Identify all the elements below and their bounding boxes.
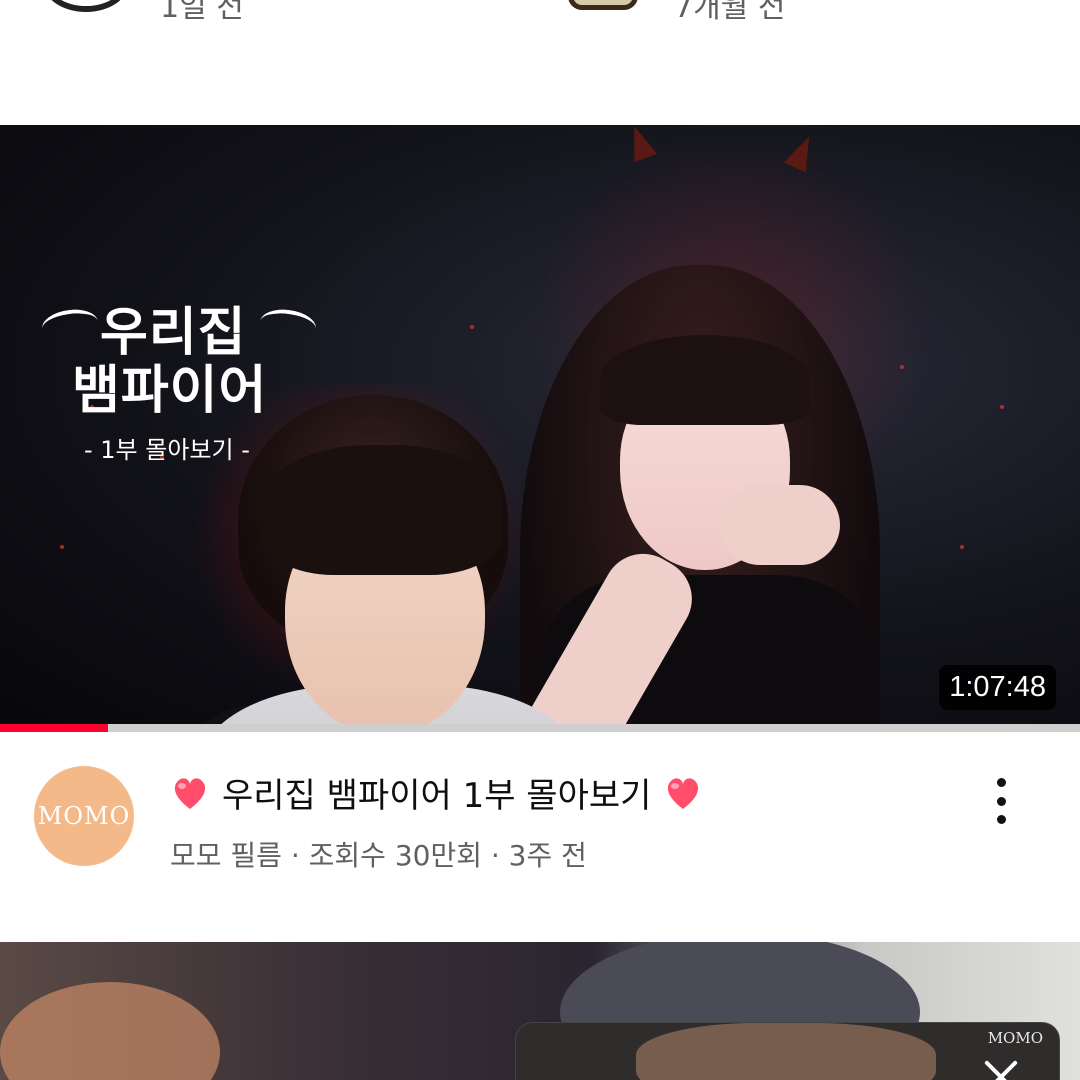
thumbnail-logo-line2: 뱀파이어 bbox=[72, 361, 268, 421]
video-meta: 7개월 전 bbox=[674, 0, 786, 25]
heart-icon bbox=[174, 777, 206, 809]
sparkle bbox=[960, 545, 964, 549]
watch-progress-fill bbox=[0, 724, 108, 732]
bat-wing-icon bbox=[40, 306, 100, 344]
video-meta: 모모 필름 · 조회수 30만회 · 3주 전 bbox=[170, 839, 587, 872]
sparkle bbox=[470, 325, 474, 329]
video-meta: 1일 전 bbox=[160, 0, 244, 25]
girl-figure-hand bbox=[720, 485, 840, 565]
video-title-row[interactable]: 우리집 뱀파이어 1부 몰아보기 bbox=[170, 768, 703, 817]
sparkle bbox=[60, 545, 64, 549]
channel-avatar-text: MOMO bbox=[37, 802, 131, 830]
mini-player-watermark: MOMO bbox=[987, 1029, 1043, 1047]
watch-progress-bar bbox=[0, 724, 1080, 732]
mini-player-frame bbox=[636, 1023, 936, 1080]
heart-icon bbox=[668, 777, 699, 809]
channel-avatar[interactable] bbox=[568, 0, 638, 10]
sparkle bbox=[1000, 405, 1004, 409]
girl-figure-bangs bbox=[600, 335, 810, 425]
channel-avatar[interactable]: MOMO bbox=[34, 766, 134, 866]
previous-video-info: 1일 전 7개월 전 bbox=[0, 0, 1080, 30]
channel-avatar[interactable] bbox=[44, 0, 128, 12]
mini-player[interactable]: MOMO bbox=[515, 1022, 1060, 1080]
thumbnail-shape bbox=[0, 982, 220, 1080]
thumbnail-logo: 우리집 뱀파이어 - 1부 몰아보기 - bbox=[40, 290, 322, 470]
bat-wing-icon bbox=[258, 306, 318, 344]
duration-badge: 1:07:48 bbox=[939, 665, 1056, 710]
more-vert-icon[interactable] bbox=[984, 774, 1018, 828]
sparkle bbox=[900, 365, 904, 369]
thumbnail-subtitle: - 1부 몰아보기 - bbox=[84, 436, 250, 464]
close-icon[interactable] bbox=[983, 1057, 1019, 1080]
video-title[interactable]: 우리집 뱀파이어 1부 몰아보기 bbox=[222, 768, 651, 817]
video-thumbnail[interactable]: 우리집 뱀파이어 - 1부 몰아보기 - 1:07:48 bbox=[0, 125, 1080, 732]
